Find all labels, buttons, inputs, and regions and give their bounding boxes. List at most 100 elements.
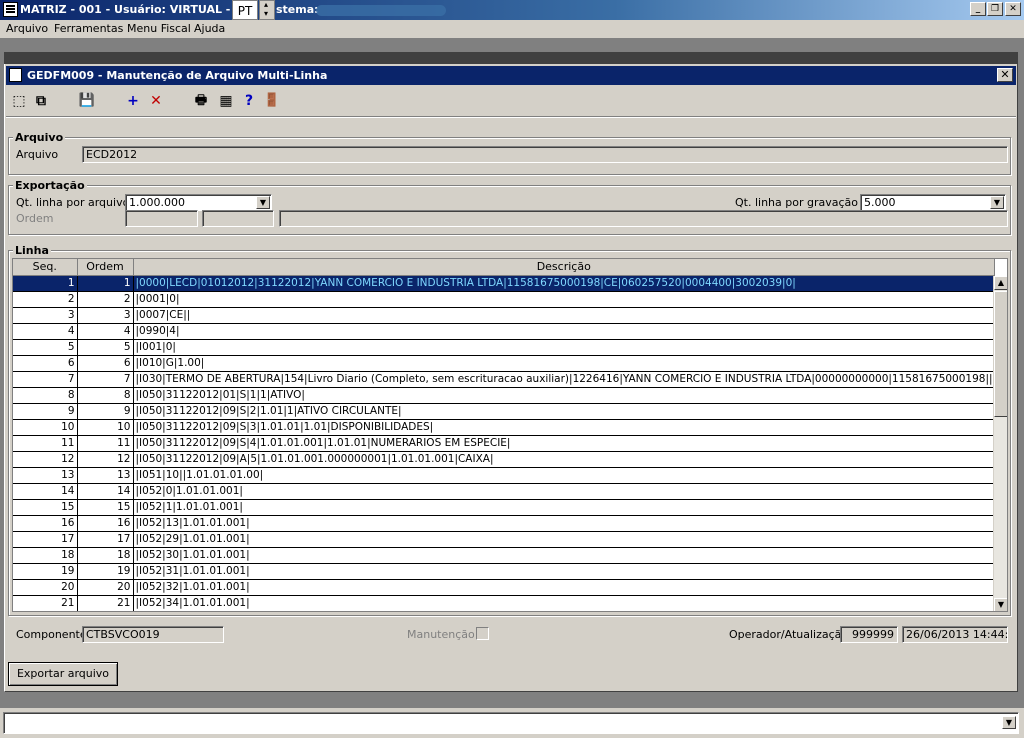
- row-seq-cell[interactable]: 18: [13, 547, 78, 564]
- table-row[interactable]: 5 5 |I001|0|: [13, 339, 995, 356]
- row-ordem-cell[interactable]: 5: [77, 339, 134, 356]
- row-seq-cell[interactable]: 16: [13, 515, 78, 532]
- table-row[interactable]: 18 18 |I052|30|1.01.01.001|: [13, 547, 995, 564]
- row-descricao-cell[interactable]: |I052|31|1.01.01.001|: [133, 563, 995, 580]
- menu-ajuda[interactable]: Ajuda: [194, 22, 225, 35]
- row-ordem-cell[interactable]: 15: [77, 499, 134, 516]
- chevron-down-icon[interactable]: ▼: [1002, 716, 1016, 729]
- row-descricao-cell[interactable]: |I050|31122012|09|S|3|1.01.01|1.01|DISPO…: [133, 419, 995, 436]
- row-seq-cell[interactable]: 9: [13, 403, 78, 420]
- row-seq-cell[interactable]: 8: [13, 387, 78, 404]
- qt-linha-arquivo-select[interactable]: 1.000.000 ▼: [125, 194, 272, 211]
- restore-button[interactable]: ❐: [987, 2, 1003, 16]
- row-ordem-cell[interactable]: 21: [77, 595, 134, 611]
- chevron-down-icon[interactable]: ▼: [256, 196, 270, 209]
- row-seq-cell[interactable]: 1: [13, 275, 78, 292]
- column-header-ordem[interactable]: Ordem: [77, 259, 134, 276]
- row-seq-cell[interactable]: 10: [13, 419, 78, 436]
- row-seq-cell[interactable]: 19: [13, 563, 78, 580]
- row-descricao-cell[interactable]: |0001|0|: [133, 291, 995, 308]
- table-row[interactable]: 16 16 |I052|13|1.01.01.001|: [13, 515, 995, 532]
- row-seq-cell[interactable]: 20: [13, 579, 78, 596]
- scroll-up-icon[interactable]: ▲: [994, 276, 1007, 290]
- table-row[interactable]: 1 1 |0000|LECD|01012012|31122012|YANN COME…: [13, 275, 995, 292]
- table-row[interactable]: 13 13 |I051|10||1.01.01.01.00|: [13, 467, 995, 484]
- row-ordem-cell[interactable]: 10: [77, 419, 134, 436]
- row-ordem-cell[interactable]: 2: [77, 291, 134, 308]
- row-seq-cell[interactable]: 4: [13, 323, 78, 340]
- menu-ferramentas[interactable]: Ferramentas: [54, 22, 123, 35]
- language-spinner[interactable]: [259, 0, 275, 20]
- row-descricao-cell[interactable]: |I030|TERMO DE ABERTURA|154|Livro Diario…: [133, 371, 995, 388]
- table-row[interactable]: 12 12 |I050|31122012|09|A|5|1.01.01.001.00…: [13, 451, 995, 468]
- row-descricao-cell[interactable]: |I050|31122012|09|A|5|1.01.01.001.000000…: [133, 451, 995, 468]
- linha-grid[interactable]: Seq. Ordem Descrição 1 1 |0000|LECD|010120…: [12, 258, 1008, 612]
- row-seq-cell[interactable]: 17: [13, 531, 78, 548]
- copy-icon[interactable]: ⧉: [32, 92, 50, 110]
- row-seq-cell[interactable]: 6: [13, 355, 78, 372]
- row-seq-cell[interactable]: 21: [13, 595, 78, 611]
- row-seq-cell[interactable]: 15: [13, 499, 78, 516]
- command-combo[interactable]: ▼: [3, 712, 1019, 734]
- row-descricao-cell[interactable]: |I052|30|1.01.01.001|: [133, 547, 995, 564]
- row-descricao-cell[interactable]: |I050|31122012|01|S|1|1|ATIVO|: [133, 387, 995, 404]
- exit-icon[interactable]: 🚪: [263, 92, 281, 110]
- row-ordem-cell[interactable]: 8: [77, 387, 134, 404]
- row-ordem-cell[interactable]: 11: [77, 435, 134, 452]
- table-row[interactable]: 11 11 |I050|31122012|09|S|4|1.01.01.001|1.…: [13, 435, 995, 452]
- row-descricao-cell[interactable]: |I052|29|1.01.01.001|: [133, 531, 995, 548]
- save-icon[interactable]: 💾: [78, 92, 96, 110]
- row-seq-cell[interactable]: 14: [13, 483, 78, 500]
- row-ordem-cell[interactable]: 1: [77, 275, 134, 292]
- table-row[interactable]: 17 17 |I052|29|1.01.01.001|: [13, 531, 995, 548]
- table-row[interactable]: 20 20 |I052|32|1.01.01.001|: [13, 579, 995, 596]
- row-ordem-cell[interactable]: 7: [77, 371, 134, 388]
- grid-icon[interactable]: ▦: [217, 92, 235, 110]
- row-seq-cell[interactable]: 5: [13, 339, 78, 356]
- table-row[interactable]: 10 10 |I050|31122012|09|S|3|1.01.01|1.01|D…: [13, 419, 995, 436]
- row-ordem-cell[interactable]: 14: [77, 483, 134, 500]
- row-ordem-cell[interactable]: 17: [77, 531, 134, 548]
- row-descricao-cell[interactable]: |0990|4|: [133, 323, 995, 340]
- select-icon[interactable]: ⬚: [10, 92, 28, 110]
- table-row[interactable]: 4 4 |0990|4|: [13, 323, 995, 340]
- row-descricao-cell[interactable]: |I051|10||1.01.01.01.00|: [133, 467, 995, 484]
- row-ordem-cell[interactable]: 19: [77, 563, 134, 580]
- column-header-seq[interactable]: Seq.: [13, 259, 78, 276]
- minimize-button[interactable]: _: [970, 2, 986, 16]
- table-row[interactable]: 2 2 |0001|0|: [13, 291, 995, 308]
- row-seq-cell[interactable]: 13: [13, 467, 78, 484]
- row-seq-cell[interactable]: 12: [13, 451, 78, 468]
- table-row[interactable]: 6 6 |I010|G|1.00|: [13, 355, 995, 372]
- close-button[interactable]: ✕: [1005, 2, 1021, 16]
- row-ordem-cell[interactable]: 9: [77, 403, 134, 420]
- table-row[interactable]: 3 3 |0007|CE||: [13, 307, 995, 324]
- export-button[interactable]: Exportar arquivo: [8, 662, 118, 686]
- row-descricao-cell[interactable]: |I050|31122012|09|S|2|1.01|1|ATIVO CIRCU…: [133, 403, 995, 420]
- row-descricao-cell[interactable]: |I052|13|1.01.01.001|: [133, 515, 995, 532]
- vertical-scrollbar[interactable]: ▲ ▼: [993, 276, 1007, 611]
- chevron-down-icon[interactable]: ▼: [990, 196, 1004, 209]
- manutencao-checkbox[interactable]: [476, 627, 489, 640]
- row-ordem-cell[interactable]: 13: [77, 467, 134, 484]
- row-seq-cell[interactable]: 3: [13, 307, 78, 324]
- row-ordem-cell[interactable]: 12: [77, 451, 134, 468]
- table-row[interactable]: 8 8 |I050|31122012|01|S|1|1|ATIVO|: [13, 387, 995, 404]
- print-icon[interactable]: 🖶: [192, 92, 210, 110]
- delete-icon[interactable]: ✕: [147, 92, 165, 110]
- row-descricao-cell[interactable]: |I052|1|1.01.01.001|: [133, 499, 995, 516]
- table-row[interactable]: 14 14 |I052|0|1.01.01.001|: [13, 483, 995, 500]
- table-row[interactable]: 7 7 |I030|TERMO DE ABERTURA|154|Livro Diar…: [13, 371, 995, 388]
- row-descricao-cell[interactable]: |0000|LECD|01012012|31122012|YANN COMERC…: [133, 275, 995, 292]
- arquivo-field[interactable]: ECD2012: [82, 146, 1008, 163]
- qt-linha-gravacao-select[interactable]: 5.000 ▼: [860, 194, 1006, 211]
- scroll-thumb[interactable]: [994, 291, 1007, 417]
- language-field[interactable]: PT: [232, 0, 258, 20]
- row-ordem-cell[interactable]: 18: [77, 547, 134, 564]
- row-seq-cell[interactable]: 7: [13, 371, 78, 388]
- row-ordem-cell[interactable]: 16: [77, 515, 134, 532]
- table-row[interactable]: 19 19 |I052|31|1.01.01.001|: [13, 563, 995, 580]
- row-descricao-cell[interactable]: |I050|31122012|09|S|4|1.01.01.001|1.01.0…: [133, 435, 995, 452]
- menu-arquivo[interactable]: Arquivo: [6, 22, 48, 35]
- row-descricao-cell[interactable]: |I052|0|1.01.01.001|: [133, 483, 995, 500]
